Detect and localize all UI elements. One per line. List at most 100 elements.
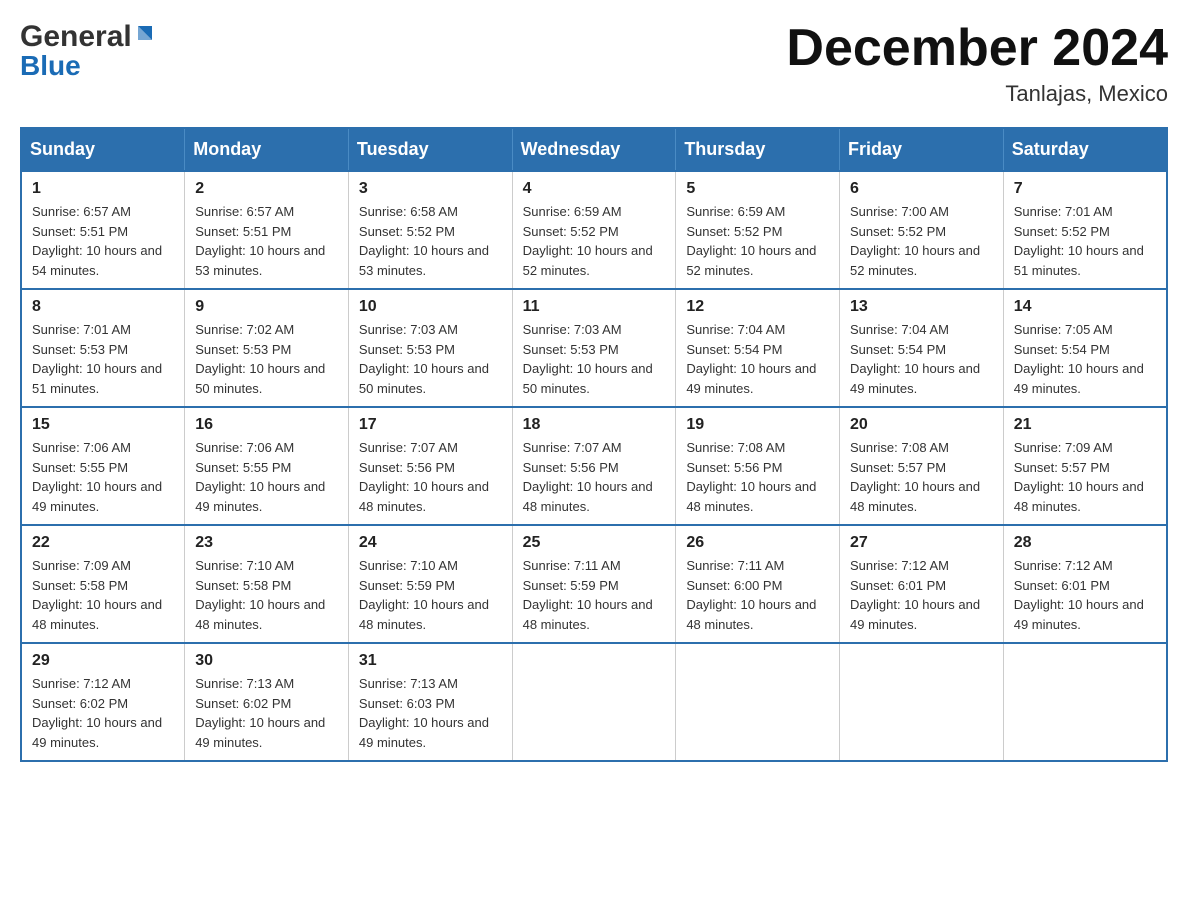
calendar-cell-w2-d1: 8 Sunrise: 7:01 AMSunset: 5:53 PMDayligh… <box>21 289 185 407</box>
day-number: 15 <box>32 416 174 434</box>
header-friday: Friday <box>840 128 1004 171</box>
calendar-cell-w3-d7: 21 Sunrise: 7:09 AMSunset: 5:57 PMDaylig… <box>1003 407 1167 525</box>
header-tuesday: Tuesday <box>348 128 512 171</box>
day-info: Sunrise: 7:03 AMSunset: 5:53 PMDaylight:… <box>523 322 653 396</box>
calendar-cell-w2-d2: 9 Sunrise: 7:02 AMSunset: 5:53 PMDayligh… <box>185 289 349 407</box>
day-number: 3 <box>359 180 502 198</box>
day-number: 17 <box>359 416 502 434</box>
day-info: Sunrise: 7:04 AMSunset: 5:54 PMDaylight:… <box>686 322 816 396</box>
calendar-cell-w4-d1: 22 Sunrise: 7:09 AMSunset: 5:58 PMDaylig… <box>21 525 185 643</box>
day-info: Sunrise: 7:02 AMSunset: 5:53 PMDaylight:… <box>195 322 325 396</box>
calendar-cell-w2-d5: 12 Sunrise: 7:04 AMSunset: 5:54 PMDaylig… <box>676 289 840 407</box>
calendar-cell-w5-d3: 31 Sunrise: 7:13 AMSunset: 6:03 PMDaylig… <box>348 643 512 761</box>
day-info: Sunrise: 6:59 AMSunset: 5:52 PMDaylight:… <box>523 204 653 278</box>
day-number: 20 <box>850 416 993 434</box>
day-number: 16 <box>195 416 338 434</box>
day-info: Sunrise: 7:10 AMSunset: 5:58 PMDaylight:… <box>195 558 325 632</box>
calendar-table: Sunday Monday Tuesday Wednesday Thursday… <box>20 127 1168 762</box>
calendar-cell-w1-d6: 6 Sunrise: 7:00 AMSunset: 5:52 PMDayligh… <box>840 171 1004 289</box>
calendar-cell-w4-d3: 24 Sunrise: 7:10 AMSunset: 5:59 PMDaylig… <box>348 525 512 643</box>
day-info: Sunrise: 7:06 AMSunset: 5:55 PMDaylight:… <box>32 440 162 514</box>
calendar-cell-w3-d2: 16 Sunrise: 7:06 AMSunset: 5:55 PMDaylig… <box>185 407 349 525</box>
day-info: Sunrise: 7:01 AMSunset: 5:52 PMDaylight:… <box>1014 204 1144 278</box>
calendar-cell-w5-d7 <box>1003 643 1167 761</box>
day-info: Sunrise: 7:01 AMSunset: 5:53 PMDaylight:… <box>32 322 162 396</box>
calendar-cell-w1-d7: 7 Sunrise: 7:01 AMSunset: 5:52 PMDayligh… <box>1003 171 1167 289</box>
day-number: 31 <box>359 652 502 670</box>
calendar-cell-w5-d5 <box>676 643 840 761</box>
calendar-cell-w4-d4: 25 Sunrise: 7:11 AMSunset: 5:59 PMDaylig… <box>512 525 676 643</box>
day-info: Sunrise: 7:13 AMSunset: 6:03 PMDaylight:… <box>359 676 489 750</box>
calendar-cell-w1-d2: 2 Sunrise: 6:57 AMSunset: 5:51 PMDayligh… <box>185 171 349 289</box>
calendar-cell-w1-d5: 5 Sunrise: 6:59 AMSunset: 5:52 PMDayligh… <box>676 171 840 289</box>
calendar-cell-w2-d6: 13 Sunrise: 7:04 AMSunset: 5:54 PMDaylig… <box>840 289 1004 407</box>
day-info: Sunrise: 7:12 AMSunset: 6:01 PMDaylight:… <box>850 558 980 632</box>
calendar-cell-w5-d4 <box>512 643 676 761</box>
day-info: Sunrise: 6:57 AMSunset: 5:51 PMDaylight:… <box>195 204 325 278</box>
day-number: 29 <box>32 652 174 670</box>
day-info: Sunrise: 7:07 AMSunset: 5:56 PMDaylight:… <box>523 440 653 514</box>
calendar-cell-w4-d2: 23 Sunrise: 7:10 AMSunset: 5:58 PMDaylig… <box>185 525 349 643</box>
day-info: Sunrise: 7:12 AMSunset: 6:02 PMDaylight:… <box>32 676 162 750</box>
title-section: December 2024 Tanlajas, Mexico <box>786 20 1168 107</box>
calendar-cell-w5-d2: 30 Sunrise: 7:13 AMSunset: 6:02 PMDaylig… <box>185 643 349 761</box>
calendar-cell-w4-d7: 28 Sunrise: 7:12 AMSunset: 6:01 PMDaylig… <box>1003 525 1167 643</box>
calendar-cell-w3-d4: 18 Sunrise: 7:07 AMSunset: 5:56 PMDaylig… <box>512 407 676 525</box>
header-saturday: Saturday <box>1003 128 1167 171</box>
day-number: 14 <box>1014 298 1156 316</box>
day-number: 13 <box>850 298 993 316</box>
header-wednesday: Wednesday <box>512 128 676 171</box>
day-number: 26 <box>686 534 829 552</box>
logo-general-text: General <box>20 20 132 54</box>
day-info: Sunrise: 7:12 AMSunset: 6:01 PMDaylight:… <box>1014 558 1144 632</box>
calendar-week-4: 22 Sunrise: 7:09 AMSunset: 5:58 PMDaylig… <box>21 525 1167 643</box>
calendar-week-5: 29 Sunrise: 7:12 AMSunset: 6:02 PMDaylig… <box>21 643 1167 761</box>
location-text: Tanlajas, Mexico <box>786 81 1168 107</box>
calendar-cell-w4-d6: 27 Sunrise: 7:12 AMSunset: 6:01 PMDaylig… <box>840 525 1004 643</box>
day-number: 30 <box>195 652 338 670</box>
day-number: 22 <box>32 534 174 552</box>
day-number: 25 <box>523 534 666 552</box>
calendar-cell-w2-d3: 10 Sunrise: 7:03 AMSunset: 5:53 PMDaylig… <box>348 289 512 407</box>
calendar-cell-w4-d5: 26 Sunrise: 7:11 AMSunset: 6:00 PMDaylig… <box>676 525 840 643</box>
day-number: 8 <box>32 298 174 316</box>
logo: General Blue <box>20 20 156 82</box>
day-info: Sunrise: 7:13 AMSunset: 6:02 PMDaylight:… <box>195 676 325 750</box>
day-number: 24 <box>359 534 502 552</box>
day-info: Sunrise: 7:00 AMSunset: 5:52 PMDaylight:… <box>850 204 980 278</box>
day-number: 18 <box>523 416 666 434</box>
header-thursday: Thursday <box>676 128 840 171</box>
day-number: 28 <box>1014 534 1156 552</box>
day-number: 27 <box>850 534 993 552</box>
day-number: 21 <box>1014 416 1156 434</box>
day-number: 11 <box>523 298 666 316</box>
day-number: 6 <box>850 180 993 198</box>
day-info: Sunrise: 7:09 AMSunset: 5:57 PMDaylight:… <box>1014 440 1144 514</box>
calendar-week-1: 1 Sunrise: 6:57 AMSunset: 5:51 PMDayligh… <box>21 171 1167 289</box>
day-number: 12 <box>686 298 829 316</box>
calendar-cell-w5-d1: 29 Sunrise: 7:12 AMSunset: 6:02 PMDaylig… <box>21 643 185 761</box>
logo-blue-text: Blue <box>20 50 81 82</box>
calendar-cell-w5-d6 <box>840 643 1004 761</box>
calendar-cell-w2-d7: 14 Sunrise: 7:05 AMSunset: 5:54 PMDaylig… <box>1003 289 1167 407</box>
calendar-cell-w3-d6: 20 Sunrise: 7:08 AMSunset: 5:57 PMDaylig… <box>840 407 1004 525</box>
calendar-cell-w3-d5: 19 Sunrise: 7:08 AMSunset: 5:56 PMDaylig… <box>676 407 840 525</box>
calendar-cell-w1-d3: 3 Sunrise: 6:58 AMSunset: 5:52 PMDayligh… <box>348 171 512 289</box>
calendar-week-3: 15 Sunrise: 7:06 AMSunset: 5:55 PMDaylig… <box>21 407 1167 525</box>
header-sunday: Sunday <box>21 128 185 171</box>
logo-arrow-icon <box>134 24 156 51</box>
day-number: 19 <box>686 416 829 434</box>
day-number: 5 <box>686 180 829 198</box>
day-info: Sunrise: 7:04 AMSunset: 5:54 PMDaylight:… <box>850 322 980 396</box>
day-info: Sunrise: 6:58 AMSunset: 5:52 PMDaylight:… <box>359 204 489 278</box>
day-info: Sunrise: 7:06 AMSunset: 5:55 PMDaylight:… <box>195 440 325 514</box>
calendar-cell-w3-d1: 15 Sunrise: 7:06 AMSunset: 5:55 PMDaylig… <box>21 407 185 525</box>
calendar-cell-w1-d4: 4 Sunrise: 6:59 AMSunset: 5:52 PMDayligh… <box>512 171 676 289</box>
day-number: 9 <box>195 298 338 316</box>
day-number: 10 <box>359 298 502 316</box>
calendar-header-row: Sunday Monday Tuesday Wednesday Thursday… <box>21 128 1167 171</box>
day-info: Sunrise: 6:59 AMSunset: 5:52 PMDaylight:… <box>686 204 816 278</box>
day-info: Sunrise: 7:11 AMSunset: 6:00 PMDaylight:… <box>686 558 816 632</box>
day-info: Sunrise: 7:09 AMSunset: 5:58 PMDaylight:… <box>32 558 162 632</box>
day-number: 4 <box>523 180 666 198</box>
